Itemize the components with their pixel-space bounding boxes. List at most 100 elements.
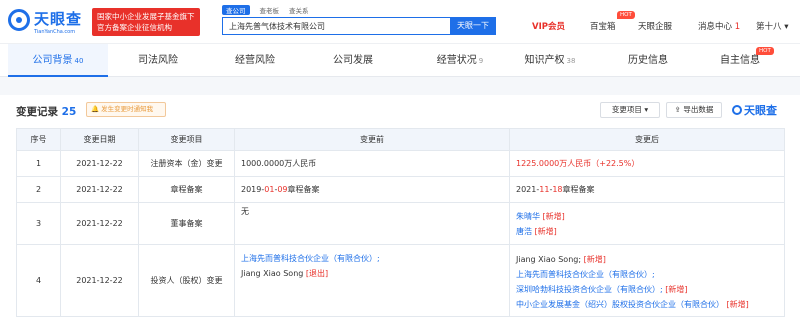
section-count: 25 — [61, 106, 77, 118]
official-badge: 国家中小企业发展子基金旗下 官方备案企业征信机构 — [92, 8, 200, 36]
search-tabs: 查公司 查老板 查关系 — [222, 5, 319, 15]
header-before: 变更前 — [234, 128, 510, 151]
toolbox-link[interactable]: 百宝箱 — [590, 20, 616, 32]
services-link[interactable]: 天眼企服 — [638, 20, 672, 32]
company-link[interactable]: 上海先而普科技合伙企业（有限合伙）; — [241, 254, 380, 263]
tab-label: 公司背景 — [32, 55, 73, 66]
tab-label: 经营状况 — [436, 55, 477, 66]
cell-after: 2021-11-18章程备案 — [509, 176, 785, 203]
notify-label: 发生变更时通知我 — [101, 105, 154, 113]
tag-new: [新增] — [726, 300, 749, 309]
messages-link[interactable]: 消息中心 1 — [698, 20, 740, 32]
tab-history[interactable]: 历史信息 — [598, 44, 698, 77]
company-link[interactable]: 上海先而普科技合伙企业（有限合伙）; — [516, 270, 655, 279]
logo[interactable]: 天眼查 TianYanCha.com — [8, 6, 90, 38]
person-link[interactable]: 朱晴华 — [516, 212, 540, 221]
person-name: Jiang Xiao Song — [241, 269, 304, 278]
notify-button[interactable]: 🔔 发生变更时通知我 — [86, 102, 166, 117]
section-title-text: 变更记录 — [16, 106, 58, 118]
main-tabs: 公司背景 40 司法风险 经营风险 公司发展 经营状况 9 知识产权 38 历史信息 … — [0, 44, 800, 77]
section-separator — [0, 77, 800, 95]
date-part: 2019- — [241, 185, 265, 194]
export-label: 导出数据 — [683, 105, 714, 114]
tab-label: 经营风险 — [235, 55, 275, 66]
logo-sub: TianYanCha.com — [34, 29, 76, 35]
tag-new: [新增] — [583, 255, 606, 264]
cell-item: 注册资本（金）变更 — [138, 150, 235, 177]
header-no: 序号 — [16, 128, 61, 151]
cell-date: 2021-12-22 — [60, 202, 139, 245]
search-tab-company[interactable]: 查公司 — [222, 5, 250, 15]
watermark-text: 天眼查 — [744, 104, 777, 117]
search-input[interactable]: 上海先普气体技术有限公司 — [222, 17, 450, 35]
date-part-changed: 09 — [277, 185, 288, 194]
cell-date: 2021-12-22 — [60, 176, 139, 203]
tab-label: 司法风险 — [138, 55, 178, 66]
date-part-changed: 11 — [539, 185, 550, 194]
vip-link[interactable]: VIP会员 — [532, 20, 565, 32]
search-tab-boss[interactable]: 查老板 — [260, 5, 280, 15]
date-suffix: 章程备案 — [287, 185, 320, 194]
date-part-changed: 18 — [552, 185, 563, 194]
cell-before: 无 — [234, 202, 510, 245]
person-name: Jiang Xiao Song; — [516, 255, 582, 264]
filter-dropdown[interactable]: 变更项目 ▾ — [600, 102, 660, 118]
tab-label: 历史信息 — [628, 55, 668, 66]
tab-legal-risk[interactable]: 司法风险 — [108, 44, 208, 77]
change-records-table: 序号 变更日期 变更项目 变更前 变更后 1 2021-12-22 注册资本（金… — [16, 128, 785, 317]
date-suffix: 章程备案 — [562, 185, 595, 194]
cell-no: 1 — [16, 150, 61, 177]
tag-new: [新增] — [665, 285, 688, 294]
chevron-down-icon: ▾ — [644, 105, 649, 114]
export-icon: ⇪ — [674, 105, 681, 114]
logo-name: 天眼查 — [34, 10, 83, 28]
header-item: 变更项目 — [138, 128, 235, 151]
cell-after: Jiang Xiao Song; [新增] 上海先而普科技合伙企业（有限合伙）;… — [509, 244, 785, 317]
tab-self-info[interactable]: 自主信息 — [690, 44, 790, 77]
tab-count: 9 — [478, 57, 484, 65]
company-link[interactable]: 深圳哈勃科技投资合伙企业（有限合伙）; — [516, 285, 663, 294]
cell-before: 上海先而普科技合伙企业（有限合伙）; Jiang Xiao Song [退出] — [234, 244, 510, 317]
tab-company-development[interactable]: 公司发展 — [303, 44, 403, 77]
export-button[interactable]: ⇪ 导出数据 — [666, 102, 722, 118]
cell-after: 1225.0000万人民币（+22.5%） — [509, 150, 785, 177]
cell-item: 董事备案 — [138, 202, 235, 245]
date-part-changed: 01 — [264, 185, 275, 194]
cell-after: 朱晴华 [新增] 唐浩 [新增] — [509, 202, 785, 245]
tab-count: 40 — [74, 57, 84, 65]
tab-label: 自主信息 — [720, 55, 760, 66]
cell-no: 3 — [16, 202, 61, 245]
tab-label: 公司发展 — [333, 55, 373, 66]
tab-label: 知识产权 — [524, 55, 565, 66]
logo-eye-icon — [8, 9, 30, 31]
logo-eye-icon — [732, 105, 742, 115]
cell-item: 投资人（股权）变更 — [138, 244, 235, 317]
user-menu[interactable]: 第十八 ▾ — [756, 20, 789, 32]
search-button[interactable]: 天眼一下 — [450, 17, 496, 35]
badge-line-1: 国家中小企业发展子基金旗下 — [97, 12, 195, 21]
table-row: 2 2021-12-22 章程备案 2019-01-09章程备案 2021-11… — [16, 176, 785, 203]
messages-count: 1 — [734, 22, 741, 32]
watermark: 天眼查 — [732, 102, 777, 118]
user-name: 第十八 — [756, 22, 782, 32]
tab-intellectual-property[interactable]: 知识产权 38 — [500, 44, 600, 77]
chevron-down-icon: ▾ — [784, 22, 789, 32]
search-tab-relation[interactable]: 查关系 — [289, 5, 309, 15]
cell-date: 2021-12-22 — [60, 150, 139, 177]
company-link[interactable]: 中小企业发展基金（绍兴）股权投资合伙企业（有限合伙） — [516, 300, 724, 309]
tab-operation-risk[interactable]: 经营风险 — [205, 44, 305, 77]
tag-new: [新增] — [542, 211, 565, 221]
person-link[interactable]: 唐浩 — [516, 227, 532, 236]
badge-line-2: 官方备案企业征信机构 — [97, 23, 172, 32]
tag-exit: [退出] — [305, 269, 329, 278]
filter-label: 变更项目 — [611, 105, 642, 114]
section-title: 变更记录 25 — [16, 104, 76, 119]
tag-new: [新增] — [534, 226, 557, 236]
tab-company-background[interactable]: 公司背景 40 — [8, 44, 108, 77]
date-part: 2021- — [516, 185, 540, 194]
cell-date: 2021-12-22 — [60, 244, 139, 317]
hot-badge: HOT — [617, 11, 635, 19]
hot-badge: HOT — [756, 47, 774, 55]
cell-no: 4 — [16, 244, 61, 317]
tab-business-status[interactable]: 经营状况 9 — [410, 44, 510, 77]
